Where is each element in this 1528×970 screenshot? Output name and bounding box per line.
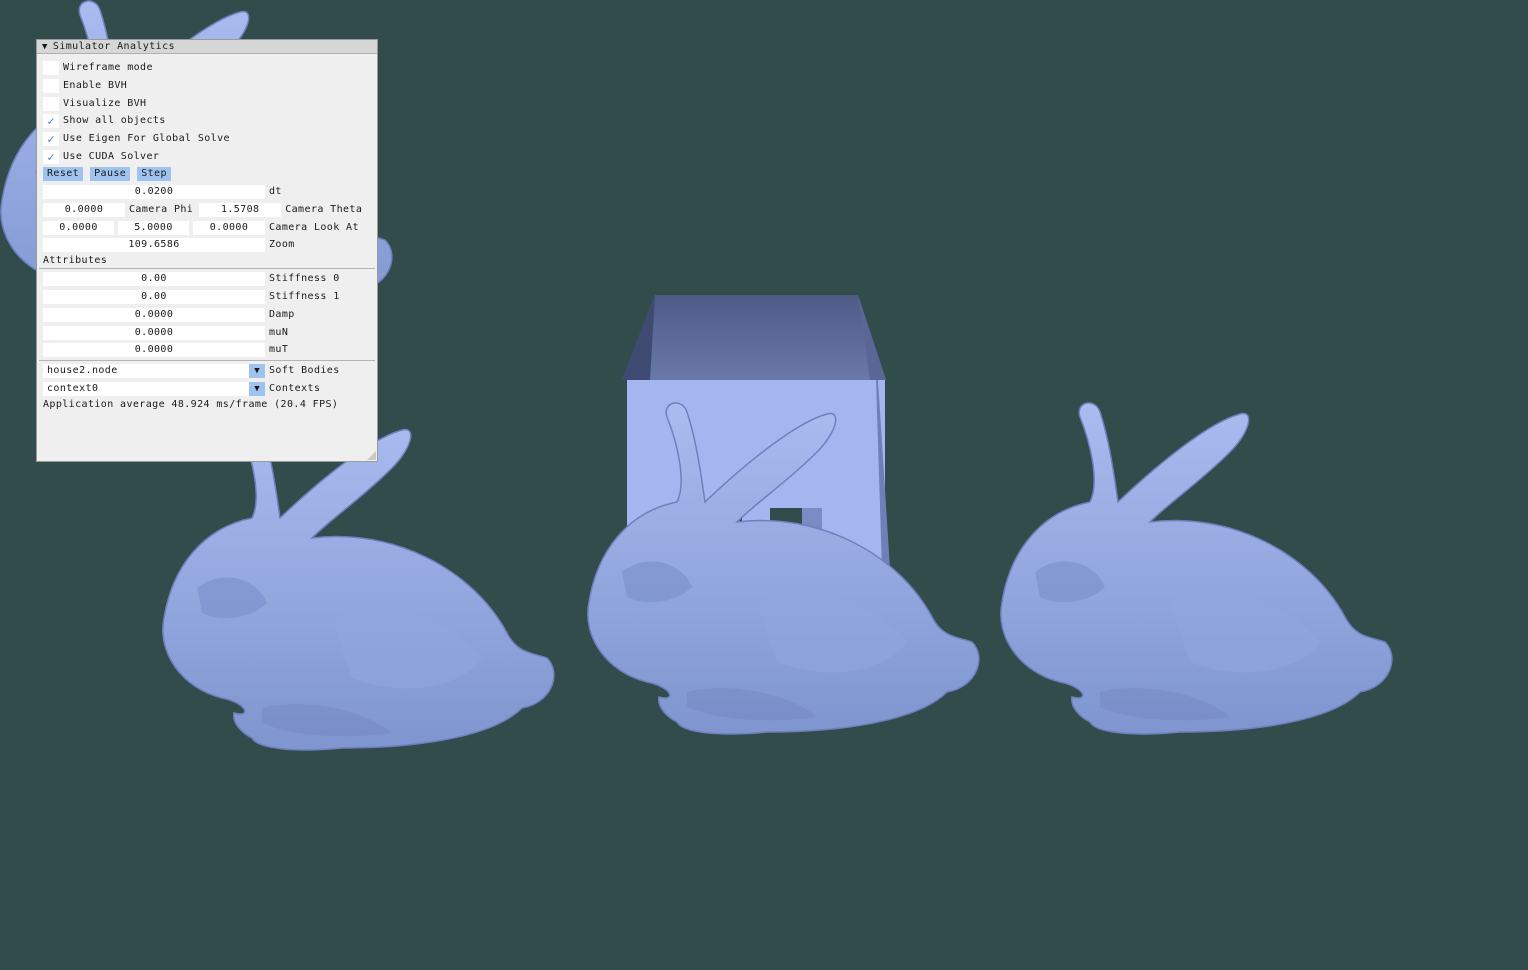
checkbox-enable-bvh[interactable]: Enable BVH xyxy=(43,78,127,93)
zoom-label: Zoom xyxy=(269,239,295,250)
stiffness-0-label: Stiffness 0 xyxy=(269,273,340,284)
checkbox-show-all-objects[interactable]: ✓ Show all objects xyxy=(43,113,166,128)
checkbox-label: Enable BVH xyxy=(63,80,128,91)
attributes-divider xyxy=(39,268,375,269)
contexts-dropdown[interactable]: context0 ▼ xyxy=(43,381,265,396)
dt-input[interactable]: 0.0200 xyxy=(43,184,265,199)
camera-theta-label: Camera Theta xyxy=(285,204,363,215)
camera-theta-input[interactable]: 1.5708 xyxy=(199,202,282,217)
checkbox-box[interactable] xyxy=(43,96,59,111)
damp-input[interactable]: 0.0000 xyxy=(43,307,265,322)
checkbox-label: Visualize BVH xyxy=(63,98,147,109)
checkmark-icon[interactable]: ✓ xyxy=(43,131,59,146)
camera-phi-label: Camera Phi xyxy=(129,204,194,215)
chevron-down-icon[interactable]: ▼ xyxy=(249,381,265,396)
checkbox-label: Use CUDA Solver xyxy=(63,151,160,162)
stiffness-1-label: Stiffness 1 xyxy=(269,291,340,302)
simulator-analytics-window[interactable]: ▼ Simulator Analytics Wireframe mode Ena… xyxy=(36,39,378,462)
soft-bodies-selected: house2.node xyxy=(47,365,118,376)
stiffness-1-input[interactable]: 0.00 xyxy=(43,289,265,304)
checkbox-wireframe-mode[interactable]: Wireframe mode xyxy=(43,60,153,75)
attributes-header[interactable]: Attributes xyxy=(43,255,107,266)
camera-phi-input[interactable]: 0.0000 xyxy=(43,202,125,217)
checkmark-icon[interactable]: ✓ xyxy=(43,113,59,128)
zoom-input[interactable]: 109.6586 xyxy=(43,237,265,252)
window-title: Simulator Analytics xyxy=(52,41,175,52)
checkbox-use-eigen[interactable]: ✓ Use Eigen For Global Solve xyxy=(43,131,230,146)
bunny-mesh-left xyxy=(162,418,555,751)
camera-look-at-x-input[interactable]: 0.0000 xyxy=(43,220,114,235)
stiffness-0-input[interactable]: 0.00 xyxy=(43,271,265,286)
mut-input[interactable]: 0.0000 xyxy=(43,342,265,357)
fps-status-text: Application average 48.924 ms/frame (20.… xyxy=(43,399,339,410)
reset-button[interactable]: Reset xyxy=(43,166,84,181)
contexts-selected: context0 xyxy=(47,383,99,394)
checkbox-label: Wireframe mode xyxy=(63,62,153,73)
damp-label: Damp xyxy=(269,309,295,320)
dt-label: dt xyxy=(269,186,282,197)
contexts-label: Contexts xyxy=(269,383,321,394)
camera-look-at-y-input[interactable]: 5.0000 xyxy=(118,220,189,235)
mut-label: muT xyxy=(269,344,289,355)
soft-bodies-dropdown[interactable]: house2.node ▼ xyxy=(43,363,265,378)
checkmark-icon[interactable]: ✓ xyxy=(43,149,59,164)
chevron-down-icon[interactable]: ▼ xyxy=(249,363,265,378)
checkbox-box[interactable] xyxy=(43,78,59,93)
section-divider xyxy=(39,360,375,361)
checkbox-label: Use Eigen For Global Solve xyxy=(63,133,230,144)
resize-grip-icon[interactable] xyxy=(367,451,376,460)
step-button[interactable]: Step xyxy=(137,166,171,181)
checkbox-visualize-bvh[interactable]: Visualize BVH xyxy=(43,96,146,111)
camera-look-at-z-input[interactable]: 0.0000 xyxy=(193,220,265,235)
mun-input[interactable]: 0.0000 xyxy=(43,325,265,340)
window-title-bar[interactable]: ▼ Simulator Analytics xyxy=(37,40,377,54)
bunny-mesh-right xyxy=(1000,402,1393,735)
camera-look-at-label: Camera Look At xyxy=(269,222,359,233)
triangle-down-icon[interactable]: ▼ xyxy=(42,42,48,52)
pause-button[interactable]: Pause xyxy=(90,166,131,181)
checkbox-use-cuda[interactable]: ✓ Use CUDA Solver xyxy=(43,149,159,164)
mun-label: muN xyxy=(269,327,289,338)
soft-bodies-label: Soft Bodies xyxy=(269,365,340,376)
checkbox-label: Show all objects xyxy=(63,115,166,126)
checkbox-box[interactable] xyxy=(43,60,59,75)
